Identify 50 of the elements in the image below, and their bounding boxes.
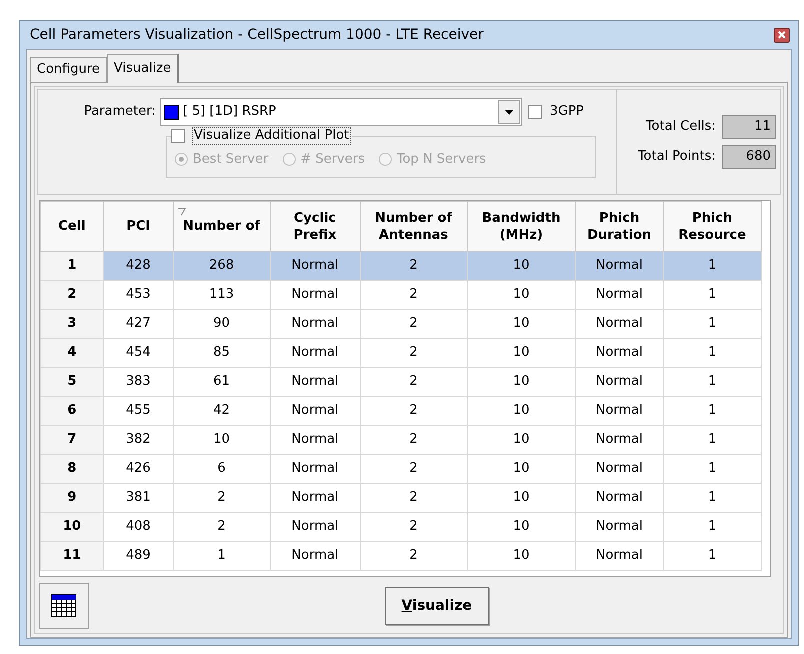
table-cell: 10 xyxy=(467,542,576,570)
checkbox[interactable] xyxy=(528,105,542,119)
dropdown-value: [ 5] [1D] RSRP xyxy=(183,103,278,122)
table-cell: 1 xyxy=(173,542,270,570)
radio-label: Best Server xyxy=(193,151,269,169)
row-header[interactable]: 8 xyxy=(40,454,104,484)
table-cell: Normal xyxy=(576,542,664,570)
table-cell: 2 xyxy=(360,542,468,570)
checkbox[interactable] xyxy=(171,129,185,143)
radio-label: # Servers xyxy=(300,151,365,169)
column-header[interactable]: Bandwidth (MHz) xyxy=(467,202,576,252)
column-header[interactable]: PCI xyxy=(104,202,174,252)
parameter-label: Parameter: xyxy=(83,103,157,122)
column-header[interactable]: Phich Duration xyxy=(576,202,664,252)
close-button[interactable] xyxy=(774,28,790,42)
column-header[interactable]: Cyclic Prefix xyxy=(270,202,360,252)
grid-icon xyxy=(51,594,77,618)
row-header[interactable]: 1 xyxy=(40,252,104,280)
row-header[interactable]: 10 xyxy=(40,512,104,542)
table-cell: Normal xyxy=(270,542,360,570)
table-cell: 489 xyxy=(104,542,174,570)
row-header[interactable]: 3 xyxy=(40,310,104,338)
total-label: Total Points: xyxy=(638,148,716,166)
row-header[interactable]: 7 xyxy=(40,426,104,454)
column-header[interactable]: Cell xyxy=(40,202,104,252)
total-value-field: 680 xyxy=(722,145,776,169)
row-header[interactable]: 2 xyxy=(40,280,104,310)
table-cell: 1 xyxy=(663,542,762,570)
tab[interactable]: Configure xyxy=(30,57,108,82)
row-header[interactable]: 5 xyxy=(40,368,104,396)
close-icon xyxy=(778,31,786,39)
row-header[interactable]: 6 xyxy=(40,396,104,426)
radio-label: Top N Servers xyxy=(397,151,486,169)
checkbox-label[interactable]: Visualize Additional Plot xyxy=(192,127,352,145)
checkbox-label: 3GPP xyxy=(550,103,584,122)
table-view-button[interactable] xyxy=(39,583,89,629)
row-header[interactable]: 11 xyxy=(40,542,104,570)
window-title: Cell Parameters Visualization - CellSpectrum 1000 - LTE Receiver xyxy=(30,26,484,44)
sort-icon xyxy=(178,208,186,216)
tab[interactable]: Visualize xyxy=(107,54,180,83)
column-header[interactable]: Phich Resource xyxy=(663,202,762,252)
visualize-button[interactable]: Visualize xyxy=(385,587,489,625)
parameter-dropdown[interactable]: [ 5] [1D] RSRP xyxy=(160,98,522,126)
column-header[interactable]: Number of xyxy=(173,202,270,252)
total-label: Total Cells: xyxy=(646,118,716,136)
total-value-field: 11 xyxy=(722,115,776,139)
row-header[interactable]: 4 xyxy=(40,338,104,368)
row-header[interactable]: 9 xyxy=(40,484,104,512)
dropdown-arrow-icon xyxy=(504,110,514,114)
column-header[interactable]: Number of Antennas xyxy=(360,202,468,252)
